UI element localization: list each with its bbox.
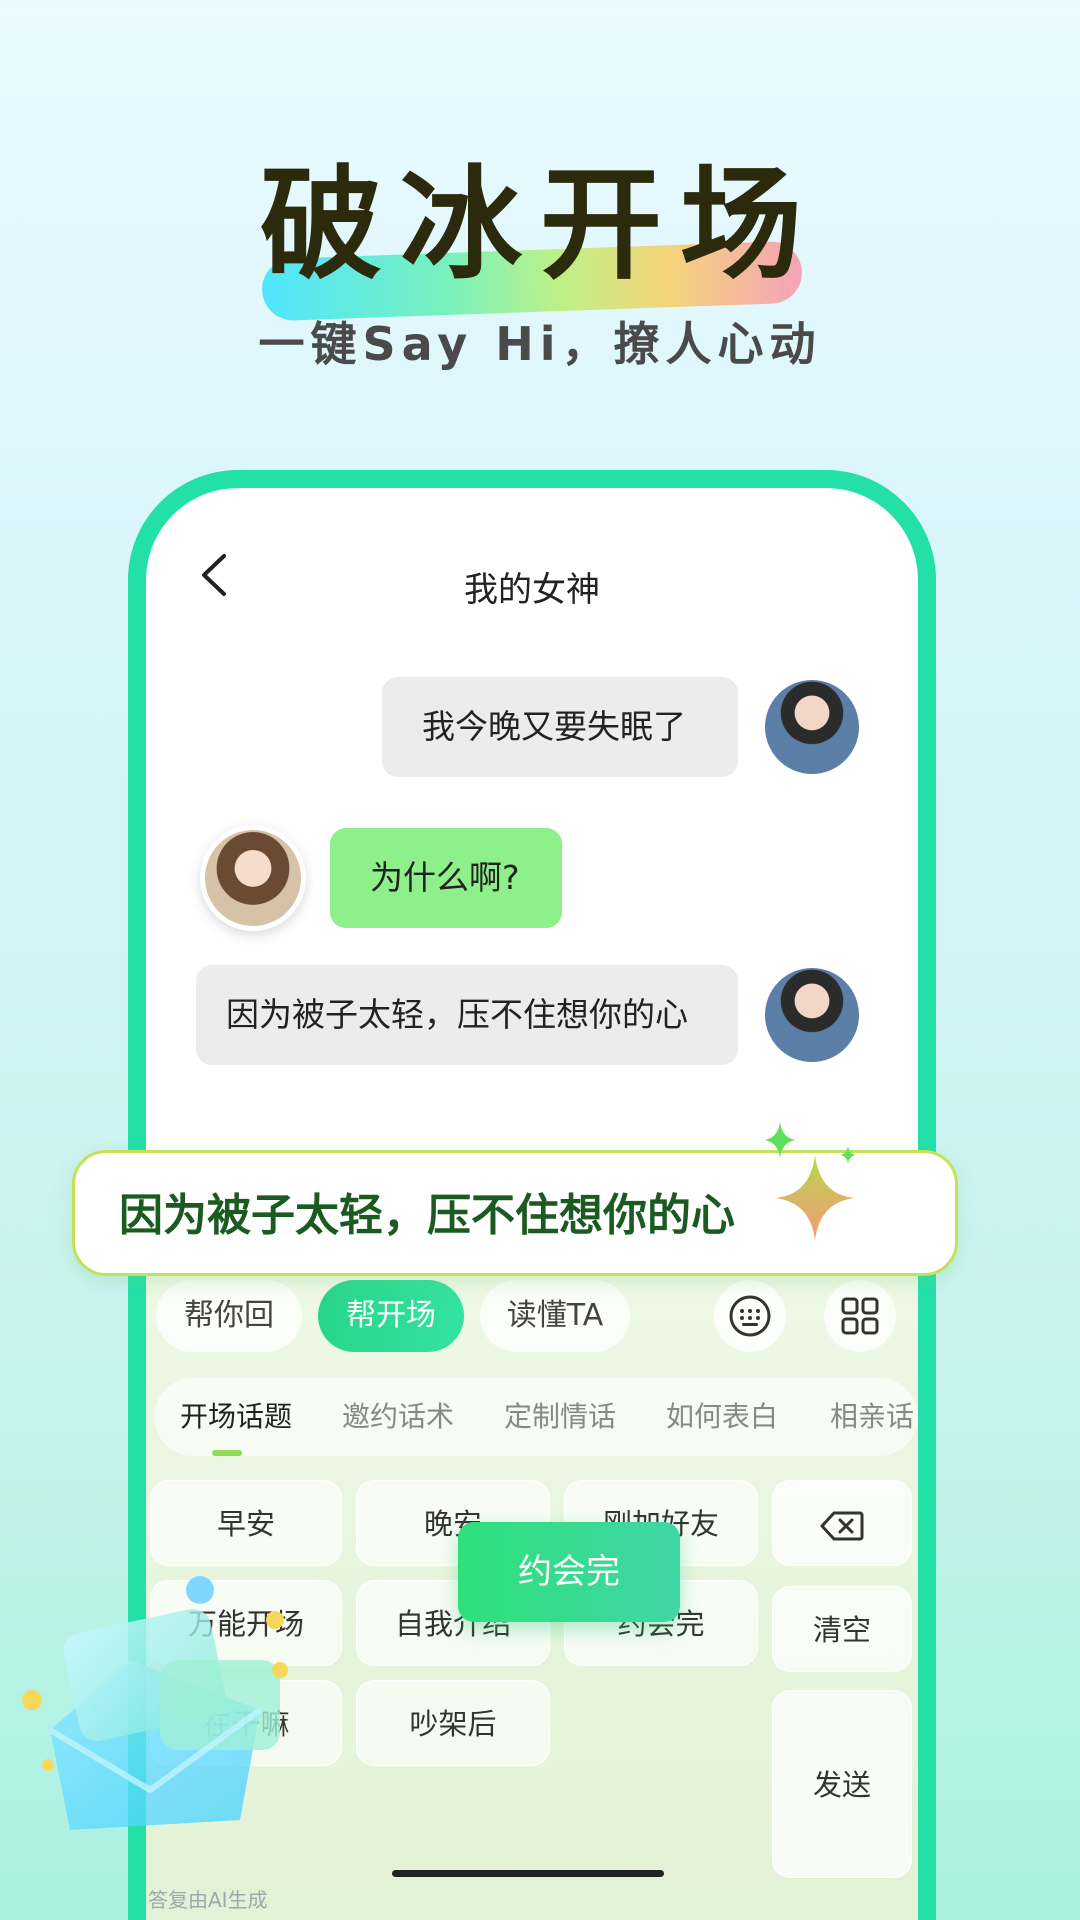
mode-help-reply[interactable]: 帮你回 — [156, 1280, 302, 1352]
category-tabs: 开场话题 邀约话术 定制情话 如何表白 相亲话 — [154, 1378, 918, 1456]
avatar-self — [762, 965, 862, 1065]
headline: 破冰开场 一键Say Hi，撩人心动 — [0, 150, 1080, 374]
message-row: 因为被子太轻，压不住想你的心 — [196, 965, 862, 1065]
headline-subtitle: 一键Say Hi，撩人心动 — [258, 317, 822, 371]
clear-button[interactable]: 清空 — [772, 1586, 912, 1672]
phrase-key[interactable]: 早安 — [150, 1480, 342, 1566]
tab-confess[interactable]: 如何表白 — [666, 1378, 778, 1456]
mode-read-ta[interactable]: 读懂TA — [480, 1280, 630, 1352]
message-row: 我今晚又要失眠了 — [382, 677, 862, 777]
sent-bubble: 因为被子太轻，压不住想你的心 — [196, 965, 738, 1065]
backspace-icon — [820, 1511, 864, 1541]
tab-invite-scripts[interactable]: 邀约话术 — [342, 1378, 454, 1456]
avatar-partner — [200, 825, 306, 931]
tab-blind-date[interactable]: 相亲话 — [830, 1378, 914, 1456]
avatar-self — [762, 677, 862, 777]
backspace-key[interactable] — [772, 1480, 912, 1566]
tab-custom-love[interactable]: 定制情话 — [504, 1378, 616, 1456]
home-indicator[interactable] — [392, 1870, 664, 1877]
received-bubble: 为什么啊? — [330, 828, 562, 928]
sent-bubble: 我今晚又要失眠了 — [382, 677, 738, 777]
date-after-button[interactable]: 约会完 — [458, 1522, 680, 1622]
mode-help-open[interactable]: 帮开场 — [318, 1280, 464, 1352]
chat-header: 我的女神 — [146, 488, 918, 648]
grid-icon[interactable] — [824, 1280, 896, 1352]
tab-opening-topics[interactable]: 开场话题 — [180, 1378, 292, 1456]
send-button[interactable]: 发送 — [772, 1690, 912, 1878]
phrase-key[interactable]: 吵架后 — [356, 1680, 550, 1766]
keyboard-icon[interactable] — [714, 1280, 786, 1352]
message-row: 为什么啊? — [200, 825, 562, 931]
envelope-icon — [22, 1576, 288, 1830]
ai-disclaimer: 答复由AI生成 — [148, 1888, 268, 1912]
headline-title: 破冰开场 — [260, 154, 820, 296]
chat-title: 我的女神 — [464, 570, 600, 610]
suggestion-text: 因为被子太轻，压不住想你的心 — [119, 1190, 735, 1241]
sparkle-icon — [764, 1122, 856, 1240]
tab-indicator — [212, 1450, 242, 1456]
